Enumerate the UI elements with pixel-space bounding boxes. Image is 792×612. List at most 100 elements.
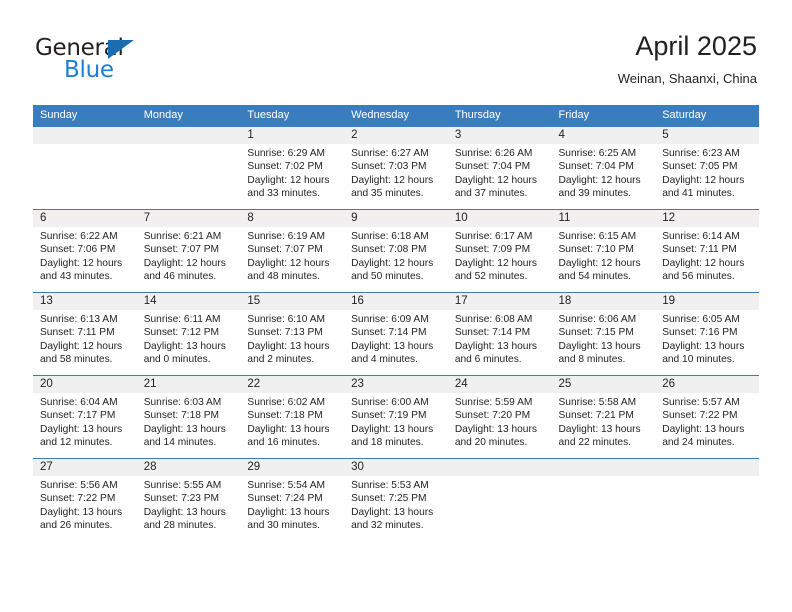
calendar-day-cell[interactable]: 4 Sunrise: 6:25 AM Sunset: 7:04 PM Daylight… [551,126,656,210]
calendar-day-cell[interactable]: 30 Sunrise: 5:53 AM Sunset: 7:25 PM Dayligh… [344,458,448,541]
daylight-duration-line1: Daylight: 12 hours [662,257,745,269]
calendar-day-cell[interactable]: 7 Sunrise: 6:21 AM Sunset: 7:07 PM Daylight… [136,209,241,293]
calendar-day-cell[interactable]: 21 Sunrise: 6:03 AM Sunset: 7:18 PM Dayligh… [136,375,241,459]
sunrise-time: Sunrise: 6:22 AM [40,231,118,242]
weekday-header-monday: Monday [136,105,241,127]
page-header: General Blue April 2025 Weinan, Shaanxi,… [35,30,757,98]
daylight-duration-line2: and 52 minutes. [454,271,528,283]
daylight-duration-line2: and 46 minutes. [143,271,217,283]
calendar-day-cell[interactable]: 6 Sunrise: 6:22 AM Sunset: 7:06 PM Daylight… [33,209,137,293]
calendar-day-cell[interactable]: 3 Sunrise: 6:26 AM Sunset: 7:04 PM Daylight… [447,126,552,210]
sunset-time: Sunset: 7:17 PM [40,410,116,422]
day-details: Sunrise: 5:56 AM Sunset: 7:22 PM Daylight:… [33,476,137,533]
calendar-day-cell[interactable]: 23 Sunrise: 6:00 AM Sunset: 7:19 PM Dayligh… [344,375,448,459]
daylight-duration-line1: Daylight: 12 hours [40,340,123,352]
sunset-time: Sunset: 7:18 PM [247,410,323,422]
day-cell-inner: 1 Sunrise: 6:29 AM Sunset: 7:02 PM Daylight… [240,127,345,209]
day-cell-inner [655,459,759,541]
sunset-time: Sunset: 7:22 PM [40,493,116,505]
calendar-header-row: Sunday Monday Tuesday Wednesday Thursday Frid… [33,105,759,127]
calendar-day-cell[interactable]: 27 Sunrise: 5:56 AM Sunset: 7:22 PM Dayligh… [33,458,137,541]
day-cell-inner [136,127,241,209]
sunrise-time: Sunrise: 5:53 AM [351,480,429,491]
calendar-day-cell[interactable]: 18 Sunrise: 6:06 AM Sunset: 7:15 PM Dayligh… [551,292,656,376]
daylight-duration-line2: and 56 minutes. [662,271,735,283]
day-number: 3 [447,127,552,144]
calendar-day-cell[interactable]: 25 Sunrise: 5:58 AM Sunset: 7:21 PM Dayligh… [551,375,656,459]
calendar-week-row: 6 Sunrise: 6:22 AM Sunset: 7:06 PM Daylight… [33,209,759,293]
day-details: Sunrise: 5:58 AM Sunset: 7:21 PM Daylight:… [552,393,656,450]
day-details: Sunrise: 6:21 AM Sunset: 7:07 PM Daylight:… [137,227,241,284]
day-cell-inner: 23 Sunrise: 6:00 AM Sunset: 7:19 PM Dayligh… [344,376,448,458]
calendar-day-cell[interactable]: 16 Sunrise: 6:09 AM Sunset: 7:14 PM Dayligh… [344,292,448,376]
calendar-day-cell[interactable]: 5 Sunrise: 6:23 AM Sunset: 7:05 PM Daylight… [655,126,759,210]
calendar-day-cell[interactable]: 19 Sunrise: 6:05 AM Sunset: 7:16 PM Dayligh… [655,292,759,376]
day-details: Sunrise: 6:18 AM Sunset: 7:08 PM Daylight:… [344,227,448,284]
sunrise-time: Sunrise: 6:23 AM [662,148,740,159]
calendar-day-cell[interactable]: 9 Sunrise: 6:18 AM Sunset: 7:08 PM Daylight… [344,209,448,293]
daylight-duration-line2: and 33 minutes. [247,188,320,200]
sunrise-time: Sunrise: 6:29 AM [247,148,325,159]
calendar-day-cell[interactable]: 14 Sunrise: 6:11 AM Sunset: 7:12 PM Dayligh… [136,292,241,376]
day-number: 16 [344,293,448,310]
sunrise-time: Sunrise: 6:10 AM [247,314,325,325]
daylight-duration-line2: and 26 minutes. [40,520,113,532]
day-number: 15 [240,293,345,310]
day-cell-inner: 16 Sunrise: 6:09 AM Sunset: 7:14 PM Dayligh… [344,293,448,375]
daylight-duration-line2: and 37 minutes. [454,188,528,200]
calendar-day-cell[interactable]: 8 Sunrise: 6:19 AM Sunset: 7:07 PM Daylight… [240,209,345,293]
calendar-day-cell[interactable]: 22 Sunrise: 6:02 AM Sunset: 7:18 PM Dayligh… [240,375,345,459]
calendar-day-cell[interactable]: 12 Sunrise: 6:14 AM Sunset: 7:11 PM Dayligh… [655,209,759,293]
daylight-duration-line1: Daylight: 13 hours [247,506,330,518]
sunset-time: Sunset: 7:13 PM [247,327,323,339]
calendar-day-cell[interactable]: 24 Sunrise: 5:59 AM Sunset: 7:20 PM Dayligh… [447,375,552,459]
day-cell-inner: 8 Sunrise: 6:19 AM Sunset: 7:07 PM Daylight… [240,210,345,292]
sunrise-time: Sunrise: 6:19 AM [247,231,325,242]
sunset-time: Sunset: 7:08 PM [351,244,427,256]
day-number: 6 [33,210,137,227]
calendar-week-row: 27 Sunrise: 5:56 AM Sunset: 7:22 PM Dayligh… [33,458,759,541]
sunset-time: Sunset: 7:19 PM [351,410,427,422]
calendar-day-cell[interactable]: 13 Sunrise: 6:13 AM Sunset: 7:11 PM Dayligh… [33,292,137,376]
weekday-header-thursday: Thursday [447,105,552,127]
sunrise-time: Sunrise: 6:15 AM [558,231,637,242]
daylight-duration-line1: Daylight: 13 hours [247,340,330,352]
day-cell-inner: 14 Sunrise: 6:11 AM Sunset: 7:12 PM Dayligh… [136,293,241,375]
day-number: 17 [447,293,552,310]
calendar-day-cell[interactable]: 20 Sunrise: 6:04 AM Sunset: 7:17 PM Dayligh… [33,375,137,459]
calendar-day-cell-empty [447,458,552,541]
calendar-day-cell[interactable]: 1 Sunrise: 6:29 AM Sunset: 7:02 PM Daylight… [240,126,345,210]
day-details: Sunrise: 6:29 AM Sunset: 7:02 PM Daylight:… [240,144,344,201]
day-details: Sunrise: 6:05 AM Sunset: 7:16 PM Daylight:… [655,310,759,367]
sunrise-time: Sunrise: 6:04 AM [40,397,118,408]
daylight-duration-line1: Daylight: 13 hours [247,423,330,435]
calendar-day-cell[interactable]: 28 Sunrise: 5:55 AM Sunset: 7:23 PM Dayligh… [136,458,241,541]
sunset-time: Sunset: 7:14 PM [454,327,531,339]
weekday-header-sunday: Sunday [33,105,137,127]
day-cell-inner: 26 Sunrise: 5:57 AM Sunset: 7:22 PM Dayligh… [655,376,759,458]
daylight-duration-line2: and 4 minutes. [351,354,418,366]
calendar-day-cell-empty [551,458,656,541]
day-details: Sunrise: 6:08 AM Sunset: 7:14 PM Daylight:… [448,310,552,367]
calendar-day-cell[interactable]: 15 Sunrise: 6:10 AM Sunset: 7:13 PM Dayligh… [240,292,345,376]
weekday-header-friday: Friday [551,105,656,127]
day-cell-inner [33,127,137,209]
calendar-day-cell[interactable]: 2 Sunrise: 6:27 AM Sunset: 7:03 PM Daylight… [344,126,448,210]
daylight-duration-line2: and 22 minutes. [558,437,632,449]
calendar-day-cell[interactable]: 17 Sunrise: 6:08 AM Sunset: 7:14 PM Dayligh… [447,292,552,376]
day-details: Sunrise: 6:04 AM Sunset: 7:17 PM Daylight:… [33,393,137,450]
day-number: 8 [240,210,345,227]
day-number: 19 [655,293,759,310]
day-cell-inner: 17 Sunrise: 6:08 AM Sunset: 7:14 PM Dayligh… [447,293,552,375]
calendar-day-cell[interactable]: 29 Sunrise: 5:54 AM Sunset: 7:24 PM Dayligh… [240,458,345,541]
day-number: 27 [33,459,137,476]
sunset-time: Sunset: 7:14 PM [351,327,427,339]
calendar-day-cell[interactable]: 11 Sunrise: 6:15 AM Sunset: 7:10 PM Dayligh… [551,209,656,293]
calendar-day-cell[interactable]: 26 Sunrise: 5:57 AM Sunset: 7:22 PM Dayligh… [655,375,759,459]
day-cell-inner [551,459,656,541]
calendar-day-cell[interactable]: 10 Sunrise: 6:17 AM Sunset: 7:09 PM Dayligh… [447,209,552,293]
day-details: Sunrise: 5:54 AM Sunset: 7:24 PM Daylight:… [240,476,344,533]
sunrise-time: Sunrise: 6:18 AM [351,231,429,242]
calendar-week-row: 1 Sunrise: 6:29 AM Sunset: 7:02 PM Daylight… [33,126,759,210]
day-cell-inner: 28 Sunrise: 5:55 AM Sunset: 7:23 PM Dayligh… [136,459,241,541]
